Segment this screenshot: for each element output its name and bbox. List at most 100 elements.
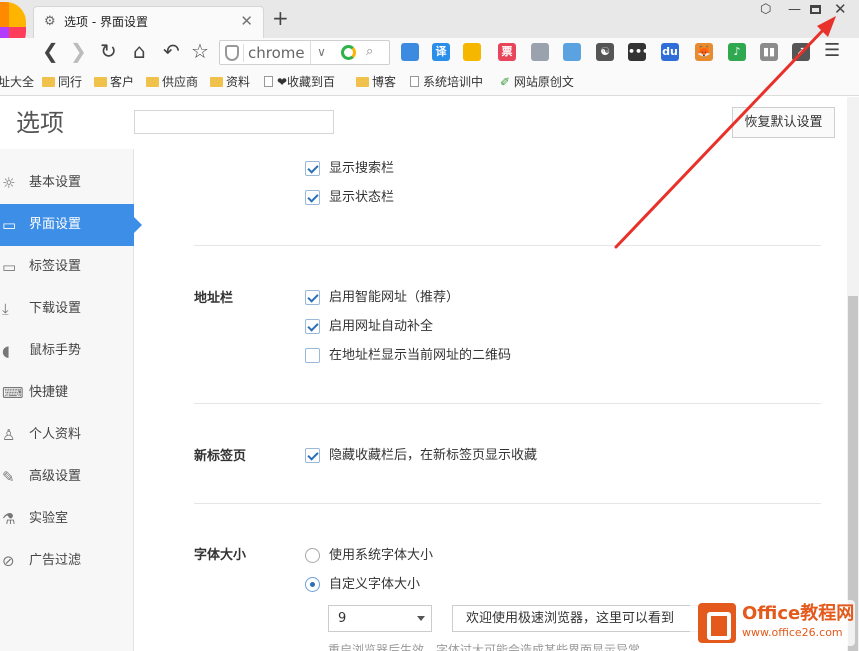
undo-close-button[interactable]: ↶	[163, 39, 180, 63]
option-label: 启用智能网址（推荐）	[329, 290, 460, 305]
bookmark-item[interactable]: 系统培训中	[410, 74, 483, 90]
bookmark-item[interactable]: 客户	[94, 74, 134, 90]
sidebar-item[interactable]: ◖ 鼠标手势	[0, 330, 134, 372]
baidu-icon[interactable]: du	[661, 43, 679, 61]
scrollbar-thumb[interactable]	[848, 296, 858, 651]
folder-icon	[210, 77, 223, 87]
new-tab-button[interactable]: +	[272, 8, 289, 28]
sidebar-item-label: 个人资料	[29, 427, 82, 442]
sidebar-icon: ⌨	[2, 384, 24, 402]
sidebar-item-label: 实验室	[29, 511, 69, 526]
music-icon[interactable]: ♪	[728, 43, 746, 61]
sidebar-item[interactable]: ♙ 个人资料	[0, 414, 134, 456]
bookmark-label: 址大全	[0, 75, 35, 89]
address-separator	[243, 44, 244, 62]
checkbox[interactable]	[305, 290, 320, 305]
search-engine-icon[interactable]	[341, 45, 356, 60]
bookmark-item[interactable]: 资料	[210, 74, 250, 90]
minimize-button[interactable]: —	[788, 2, 801, 18]
windows-icon[interactable]	[401, 43, 419, 61]
sidebar-item[interactable]: ⊘ 广告过滤	[0, 540, 134, 582]
sidebar-item-label: 界面设置	[29, 217, 82, 232]
screenshot-icon[interactable]	[563, 43, 581, 61]
sidebar-item[interactable]: ▭ 界面设置	[0, 204, 142, 246]
bookmark-item[interactable]: ❤收藏到百	[264, 74, 335, 90]
checkbox[interactable]	[305, 448, 320, 463]
checkbox[interactable]	[305, 161, 320, 176]
font-size-value: 9	[338, 611, 347, 626]
security-shield-icon	[225, 45, 239, 61]
tab-close-icon[interactable]: ✕	[240, 13, 253, 29]
bookmark-item[interactable]: ✐ 网站原创文	[500, 74, 574, 90]
fox-icon[interactable]: 🦊	[695, 43, 713, 61]
address-bar[interactable]: chrome ∨ ⌕	[219, 40, 390, 65]
sidebar-item[interactable]: ✎ 高级设置	[0, 456, 134, 498]
reload-button[interactable]: ↻	[100, 39, 117, 63]
tab-options[interactable]: ⚙ 选项 - 界面设置 ✕	[33, 6, 264, 38]
close-window-button[interactable]: ✕	[834, 1, 847, 17]
gear-icon: ⚙	[44, 14, 56, 29]
font-preview-text: 欢迎使用极速浏览器，这里可以看到	[466, 611, 675, 626]
radio-button[interactable]	[305, 548, 320, 563]
address-text[interactable]: chrome	[248, 44, 305, 62]
font-size-note: 重启浏览器后生效，字体过大可能会造成某些界面显示异常	[328, 643, 641, 651]
options-search-input[interactable]	[134, 110, 334, 134]
sidebar-item-label: 鼠标手势	[29, 343, 82, 358]
section-divider	[194, 503, 821, 504]
bookmark-label: ❤收藏到百	[277, 75, 336, 89]
yinyang-icon[interactable]: ☯	[596, 43, 614, 61]
menu-button[interactable]: ☰	[824, 41, 840, 61]
option-label: 显示搜索栏	[329, 161, 395, 176]
option-label: 在地址栏显示当前网址的二维码	[329, 348, 512, 363]
section-label-address-bar: 地址栏	[194, 291, 234, 306]
option-label: 隐藏收藏栏后，在新标签页显示收藏	[329, 448, 538, 463]
font-preview-box: 欢迎使用极速浏览器，这里可以看到	[452, 605, 712, 632]
skin-icon[interactable]: ⬡	[760, 2, 771, 18]
font-size-select[interactable]: 9	[328, 605, 432, 632]
sidebar-item[interactable]: ⤓ 下载设置	[0, 288, 134, 330]
bookmark-label: 客户	[110, 75, 135, 89]
option-label: 启用网址自动补全	[329, 319, 434, 334]
shield-ext-icon[interactable]	[463, 43, 481, 61]
reader-icon[interactable]: ▮▮	[760, 43, 778, 61]
bookmark-item[interactable]: 址大全	[0, 74, 34, 90]
option-label: 显示状态栏	[329, 190, 395, 205]
back-button[interactable]: ❮	[42, 39, 59, 63]
bookmark-item[interactable]: 同行	[42, 74, 82, 90]
search-icon[interactable]: ⌕	[366, 44, 373, 60]
options-sidebar: ☼ 基本设置 ▭ 界面设置 ▭ 标签设置 ⤓ 下载设置 ◖ 鼠标手势 ⌨ 快捷键 ♙ 个人资料 ✎ 高级设置 ⚗…	[0, 149, 142, 651]
forward-button[interactable]: ❯	[70, 39, 87, 63]
globe-icon[interactable]	[531, 43, 549, 61]
sidebar-item[interactable]: ☼ 基本设置	[0, 162, 134, 204]
maximize-button[interactable]	[810, 5, 821, 14]
arrow-ext-icon[interactable]: ↗	[792, 43, 810, 61]
folder-icon	[356, 77, 369, 87]
sidebar-item[interactable]: ⚗ 实验室	[0, 498, 134, 540]
bookmarks-bar: 址大全 同行 客户 供应商 资料 ❤收藏到百 博客 系统培训中 ✐ 网站原创文	[0, 68, 859, 96]
watermark-url: www.office26.com	[742, 626, 843, 639]
bookmark-item[interactable]: 博客	[356, 74, 396, 90]
address-dropdown-button[interactable]: ∨	[310, 41, 332, 64]
translate-icon[interactable]: 译	[432, 43, 450, 61]
sidebar-icon: ☼	[2, 174, 16, 192]
sidebar-item[interactable]: ▭ 标签设置	[0, 246, 134, 288]
checkbox[interactable]	[305, 190, 320, 205]
checkbox[interactable]	[305, 348, 320, 363]
page-icon	[264, 76, 273, 87]
section-label-new-tab: 新标签页	[194, 449, 247, 464]
chat-icon[interactable]: •••	[628, 43, 649, 61]
sidebar-item[interactable]: ⌨ 快捷键	[0, 372, 134, 414]
bookmark-label: 系统培训中	[423, 75, 484, 89]
sidebar-icon: ▭	[2, 258, 17, 276]
home-button[interactable]: ⌂	[133, 39, 146, 63]
checkbox[interactable]	[305, 319, 320, 334]
radio-button[interactable]	[305, 577, 320, 592]
bookmark-label: 网站原创文	[513, 75, 574, 89]
bookmark-star-button[interactable]: ☆	[191, 39, 209, 63]
bookmark-label: 博客	[372, 75, 397, 89]
restore-defaults-button[interactable]: 恢复默认设置	[732, 107, 835, 138]
bookmark-item[interactable]: 供应商	[146, 74, 198, 90]
ticket-icon[interactable]: 票	[498, 43, 516, 61]
scrollbar[interactable]	[847, 97, 859, 651]
office-logo-icon	[698, 603, 736, 643]
